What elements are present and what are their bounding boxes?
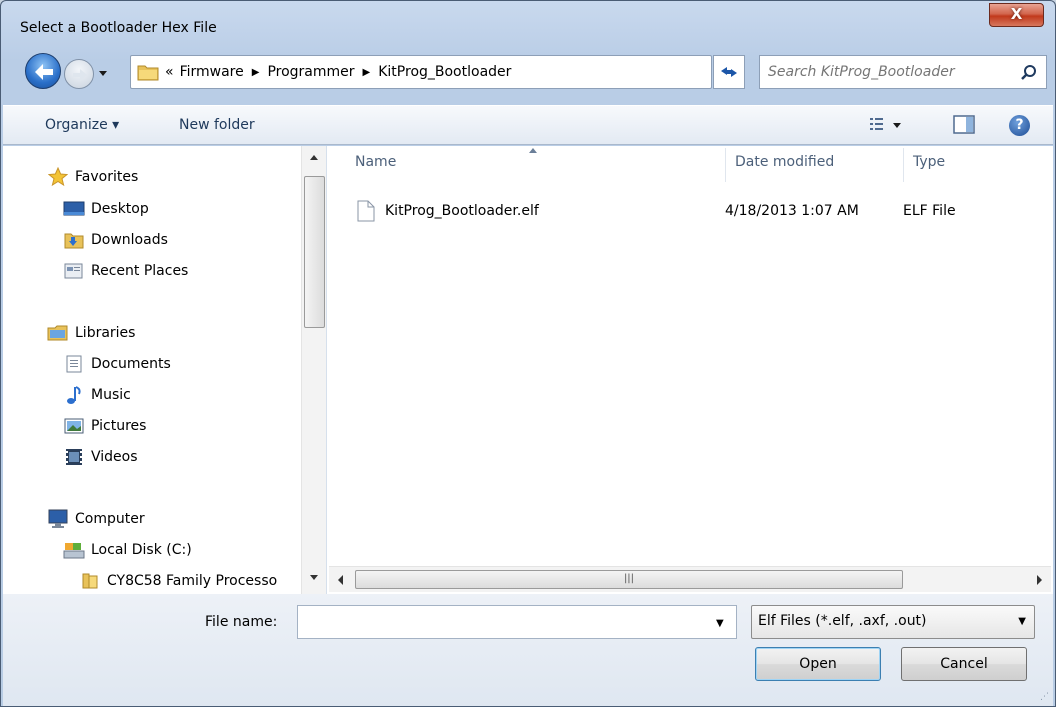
forward-button[interactable] (64, 59, 94, 89)
command-bar: Organize ▾ New folder ? (3, 105, 1053, 145)
file-name: KitProg_Bootloader.elf (385, 203, 539, 219)
dialog-window: Select a Bootloader Hex File X « Firmwar… (0, 0, 1056, 707)
search-icon[interactable] (1020, 64, 1038, 82)
nav-item-label: CY8C58 Family Processo (107, 573, 278, 589)
file-list: Name Date modified Type KitProg_Bootload… (327, 146, 1053, 594)
refresh-button[interactable] (713, 55, 745, 89)
preview-pane-icon[interactable] (953, 115, 977, 135)
close-button[interactable]: X (989, 3, 1044, 27)
file-name-label: File name: (205, 614, 278, 630)
videos-icon (63, 447, 85, 467)
nav-item-music[interactable]: Music (63, 382, 131, 408)
breadcrumb-overflow[interactable]: « (165, 64, 174, 80)
star-icon (47, 167, 69, 187)
file-row[interactable]: KitProg_Bootloader.elf 4/18/2013 1:07 AM… (347, 196, 1047, 226)
folder-icon (137, 65, 159, 81)
nav-item-pictures[interactable]: Pictures (63, 413, 146, 439)
arrow-left-icon (35, 64, 53, 80)
arrow-right-icon (73, 69, 87, 81)
desktop-icon (63, 199, 85, 219)
scroll-down-arrow-icon[interactable] (302, 571, 326, 585)
chevron-right-icon[interactable]: ▶ (363, 67, 371, 78)
libraries-icon (47, 323, 69, 343)
title-bar: Select a Bootloader Hex File X (1, 1, 1055, 45)
nav-item-label: Libraries (75, 325, 136, 341)
recent-pages-dropdown[interactable] (96, 61, 110, 85)
chevron-down-icon: ▼ (1018, 616, 1026, 627)
nav-item-label: Local Disk (C:) (91, 542, 192, 558)
window-title: Select a Bootloader Hex File (20, 20, 217, 36)
address-bar[interactable]: « Firmware ▶ Programmer ▶ KitProg_Bootlo… (130, 55, 834, 89)
refresh-icon (721, 67, 737, 77)
column-header-name[interactable]: Name (355, 154, 396, 170)
file-icon (357, 200, 375, 222)
cancel-button[interactable]: Cancel (901, 647, 1027, 681)
nav-item-label: Videos (91, 449, 138, 465)
nav-item-downloads[interactable]: Downloads (63, 227, 168, 253)
nav-item-computer[interactable]: Computer (47, 506, 145, 532)
computer-icon (47, 509, 69, 529)
dialog-footer: File name: ▼ Elf Files (*.elf, .axf, .ou… (3, 594, 1053, 706)
new-folder-button[interactable]: New folder (179, 117, 255, 133)
search-field[interactable] (759, 55, 1047, 89)
column-divider[interactable] (725, 148, 726, 182)
downloads-folder-icon (63, 230, 85, 250)
breadcrumb-kitprog-bootloader[interactable]: KitProg_Bootloader (378, 64, 511, 80)
search-input[interactable] (768, 62, 1008, 82)
nav-item-cy8c58-folder[interactable]: CY8C58 Family Processo (79, 568, 277, 594)
nav-item-label: Favorites (75, 169, 139, 185)
scroll-thumb[interactable] (304, 176, 325, 328)
nav-item-local-disk[interactable]: Local Disk (C:) (63, 537, 192, 563)
nav-item-label: Music (91, 387, 131, 403)
chevron-down-icon[interactable]: ▼ (716, 618, 724, 629)
nav-item-desktop[interactable]: Desktop (63, 196, 149, 222)
documents-icon (63, 354, 85, 374)
chevron-down-icon (99, 71, 107, 76)
back-button[interactable] (25, 53, 61, 89)
nav-item-label: Pictures (91, 418, 147, 434)
nav-item-label: Desktop (91, 201, 149, 217)
nav-item-libraries[interactable]: Libraries (47, 320, 135, 346)
nav-item-recent-places[interactable]: Recent Places (63, 258, 188, 284)
nav-item-label: Documents (91, 356, 171, 372)
nav-item-favorites[interactable]: Favorites (47, 164, 138, 190)
column-divider[interactable] (903, 148, 904, 182)
nav-item-label: Recent Places (91, 263, 189, 279)
file-date: 4/18/2013 1:07 AM (725, 203, 859, 219)
scroll-thumb[interactable]: ||| (355, 570, 903, 589)
file-name-input[interactable] (304, 612, 704, 632)
music-note-icon (63, 385, 85, 405)
hard-drive-icon (63, 540, 85, 560)
file-name-field[interactable]: ▼ (297, 605, 737, 639)
scroll-left-arrow-icon[interactable] (331, 570, 351, 590)
horizontal-scrollbar[interactable]: ||| (329, 566, 1051, 592)
recent-places-icon (63, 261, 85, 281)
scroll-up-arrow-icon[interactable] (302, 150, 326, 164)
navigation-scrollbar[interactable] (301, 146, 326, 594)
chevron-right-icon[interactable]: ▶ (252, 67, 260, 78)
help-icon[interactable]: ? (1009, 115, 1030, 136)
nav-item-documents[interactable]: Documents (63, 351, 171, 377)
sort-ascending-icon (529, 148, 537, 153)
breadcrumb-firmware[interactable]: Firmware (180, 64, 244, 80)
open-button[interactable]: Open (755, 647, 881, 681)
navigation-pane: Favorites Desktop Downloads Recent Place… (3, 146, 327, 594)
nav-item-videos[interactable]: Videos (63, 444, 138, 470)
column-header-type[interactable]: Type (913, 154, 945, 170)
resize-grip-icon[interactable]: ⋰ (1040, 692, 1049, 702)
pictures-icon (63, 416, 85, 436)
nav-item-label: Downloads (91, 232, 168, 248)
scroll-right-arrow-icon[interactable] (1029, 570, 1049, 590)
breadcrumb-programmer[interactable]: Programmer (267, 64, 354, 80)
column-header-date-modified[interactable]: Date modified (735, 154, 834, 170)
organize-button[interactable]: Organize ▾ (45, 117, 119, 133)
folder-icon (79, 571, 101, 591)
file-type-filter[interactable]: Elf Files (*.elf, .axf, .out) ▼ (751, 605, 1035, 639)
file-type: ELF File (903, 203, 956, 219)
nav-item-label: Computer (75, 511, 145, 527)
file-type-filter-value: Elf Files (*.elf, .axf, .out) (758, 613, 927, 629)
change-view-icon[interactable] (869, 115, 905, 135)
